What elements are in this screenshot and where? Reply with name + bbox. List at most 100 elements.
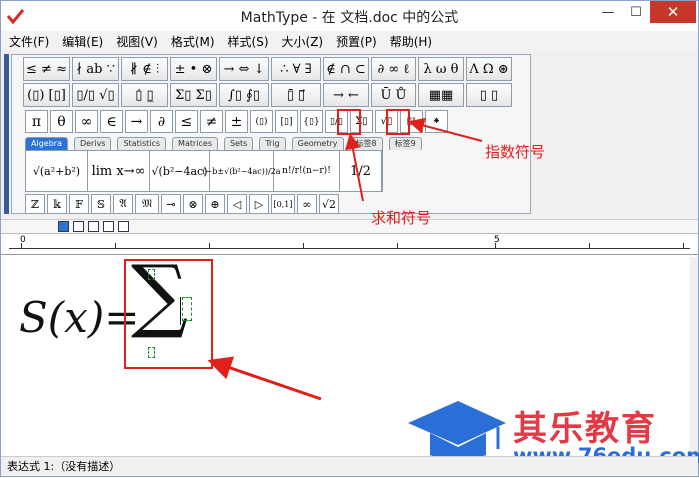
menu-file[interactable]: 文件(F) bbox=[9, 33, 49, 50]
palette-greek-upper[interactable]: Λ Ω ⊛ bbox=[466, 57, 512, 81]
palette-boxes[interactable]: ▯ ▯ bbox=[466, 83, 512, 107]
plus-minus-button[interactable]: ± bbox=[225, 110, 248, 133]
palette-matrices[interactable]: ▦▦ bbox=[418, 83, 464, 107]
palette-spaces[interactable]: ∤ ab ∵ bbox=[72, 57, 119, 81]
watermark-text: 其乐教育 bbox=[513, 409, 657, 449]
menu-edit[interactable]: 编辑(E) bbox=[62, 33, 103, 50]
tab-derivs[interactable]: Derivs bbox=[73, 137, 112, 150]
exponent-highlight bbox=[386, 109, 410, 135]
size-symbol-button[interactable] bbox=[103, 221, 114, 232]
pi-button[interactable]: π bbox=[25, 110, 48, 133]
tab-trig[interactable]: Trig bbox=[259, 137, 286, 150]
palette-logic[interactable]: ∴ ∀ ∃ bbox=[271, 57, 321, 81]
palette-relations[interactable]: ≤ ≠ ≈ bbox=[23, 57, 70, 81]
palette-arrows[interactable]: → ⇔ ↓ bbox=[219, 57, 269, 81]
palette-bars[interactable]: ▯̄ ▯⃗ bbox=[271, 83, 321, 107]
status-bar: 表达式 1:（没有描述） bbox=[1, 456, 698, 476]
tab-algebra[interactable]: Algebra bbox=[25, 137, 68, 150]
tab-8[interactable]: 标签8 bbox=[349, 137, 383, 150]
size-full-button[interactable] bbox=[58, 221, 69, 232]
minimize-button[interactable]: — bbox=[594, 1, 622, 23]
symbol-row-2: ℤ 𝕜 𝔽 𝕊 𝔄 𝔐 ⊸ ⊗ ⊕ ◁ ▷ [0,1] ∞ √2 bbox=[25, 194, 339, 214]
palette-sums[interactable]: Σ▯ Σ▯ bbox=[170, 83, 217, 107]
menu-size[interactable]: 大小(Z) bbox=[282, 33, 324, 50]
menu-view[interactable]: 视图(V) bbox=[116, 33, 158, 50]
tab-matrices[interactable]: Matrices bbox=[172, 137, 218, 150]
ruler-tick bbox=[115, 243, 116, 248]
palette-fractions-radicals[interactable]: ▯/▯ √▯ bbox=[72, 83, 119, 107]
vertical-scrollbar[interactable] bbox=[690, 257, 698, 456]
brackets-button[interactable]: [▯] bbox=[275, 110, 298, 133]
infinity-button[interactable]: ∞ bbox=[75, 110, 98, 133]
toolbar-grip[interactable] bbox=[4, 54, 9, 214]
parentheses-button[interactable]: (▯) bbox=[250, 110, 273, 133]
fraktur-a-button[interactable]: 𝔄 bbox=[113, 194, 133, 214]
close-button[interactable]: ✕ bbox=[650, 1, 696, 23]
template-hypotenuse[interactable]: √(a²+b²) bbox=[26, 151, 88, 191]
palette-misc[interactable]: ∂ ∞ ℓ bbox=[371, 57, 416, 81]
s-button[interactable]: 𝕊 bbox=[91, 194, 111, 214]
less-equal-button[interactable]: ≤ bbox=[175, 110, 198, 133]
symbol-palette-row: ≤ ≠ ≈ ∤ ab ∵ ∦ ∉ ⫶ ± • ⊗ → ⇔ ↓ ∴ ∀ ∃ ∉ ∩… bbox=[23, 57, 512, 81]
size-subsymbol-button[interactable] bbox=[118, 221, 129, 232]
menu-bar: 文件(F) 编辑(E) 视图(V) 格式(M) 样式(S) 大小(Z) 预置(P… bbox=[1, 31, 698, 51]
menu-format[interactable]: 格式(M) bbox=[171, 33, 215, 50]
palette-fences[interactable]: (▯) [▯] bbox=[23, 83, 70, 107]
palette-embellishments[interactable]: ∦ ∉ ⫶ bbox=[121, 57, 168, 81]
tab-statistics[interactable]: Statistics bbox=[117, 137, 167, 150]
mathtype-window: MathType - 在 文档.doc 中的公式 — ☐ ✕ 文件(F) 编辑(… bbox=[0, 0, 699, 477]
right-arrow-button[interactable]: → bbox=[125, 110, 148, 133]
fraktur-m-button[interactable]: 𝔐 bbox=[135, 194, 159, 214]
template-limit[interactable]: lim x→∞ bbox=[88, 151, 150, 191]
not-equal-button[interactable]: ≠ bbox=[200, 110, 223, 133]
palette-greek-lower[interactable]: λ ω θ bbox=[418, 57, 464, 81]
toolbar-area: ≤ ≠ ≈ ∤ ab ∵ ∦ ∉ ⫶ ± • ⊗ → ⇔ ↓ ∴ ∀ ∃ ∉ ∩… bbox=[1, 51, 698, 219]
braces-button[interactable]: {▯} bbox=[300, 110, 323, 133]
multimap-button[interactable]: ⊸ bbox=[161, 194, 181, 214]
partial-button[interactable]: ∂ bbox=[150, 110, 173, 133]
k-button[interactable]: 𝕜 bbox=[47, 194, 67, 214]
oplus-button[interactable]: ⊕ bbox=[205, 194, 225, 214]
integers-button[interactable]: ℤ bbox=[25, 194, 45, 214]
template-palette-row: (▯) [▯] ▯/▯ √▯ ▯̇ ▯̲ Σ▯ Σ▯ ∫▯ ∮▯ ▯̄ ▯⃗ →… bbox=[23, 83, 512, 107]
sum-annotation: 求和符号 bbox=[371, 209, 432, 227]
palette-sets[interactable]: ∉ ∩ ⊂ bbox=[323, 57, 369, 81]
ruler-tick bbox=[589, 243, 590, 248]
ruler-tick bbox=[495, 243, 496, 248]
menu-preferences[interactable]: 预置(P) bbox=[336, 33, 377, 50]
template-combination[interactable]: n!/r!(n−r)! bbox=[274, 151, 340, 191]
special-symbol-button[interactable]: ⁕ bbox=[425, 110, 448, 133]
ruler-tick bbox=[397, 243, 398, 248]
equation-highlight bbox=[124, 259, 213, 369]
left-triangle-button[interactable]: ◁ bbox=[227, 194, 247, 214]
menu-style[interactable]: 样式(S) bbox=[228, 33, 269, 50]
infinity-button-2[interactable]: ∞ bbox=[297, 194, 317, 214]
palette-scripts[interactable]: ▯̇ ▯̲ bbox=[121, 83, 168, 107]
otimes-button[interactable]: ⊗ bbox=[183, 194, 203, 214]
tab-9[interactable]: 标签9 bbox=[388, 137, 422, 150]
maximize-button[interactable]: ☐ bbox=[622, 1, 650, 23]
size-sub-button[interactable] bbox=[73, 221, 84, 232]
right-triangle-button[interactable]: ▷ bbox=[249, 194, 269, 214]
template-quadratic[interactable]: (−b±√(b²−4ac))/2a bbox=[202, 151, 281, 191]
element-of-button[interactable]: ∈ bbox=[100, 110, 123, 133]
palette-operators[interactable]: ± • ⊗ bbox=[170, 57, 217, 81]
size-subsub-button[interactable] bbox=[88, 221, 99, 232]
field-button[interactable]: 𝔽 bbox=[69, 194, 89, 214]
template-row: √(a²+b²) lim x→∞ √(b²−4ac) (−b±√(b²−4ac)… bbox=[25, 150, 383, 192]
interval-button[interactable]: [0,1] bbox=[271, 194, 295, 214]
ruler-tick bbox=[683, 243, 684, 248]
theta-button[interactable]: θ bbox=[50, 110, 73, 133]
palette-labeled-arrows[interactable]: → ← bbox=[323, 83, 369, 107]
palette-products[interactable]: Ū Ů bbox=[371, 83, 416, 107]
title-bar: MathType - 在 文档.doc 中的公式 — ☐ ✕ bbox=[1, 1, 698, 31]
menu-help[interactable]: 帮助(H) bbox=[390, 33, 432, 50]
template-discriminant[interactable]: √(b²−4ac) bbox=[150, 151, 210, 191]
ruler[interactable]: 0 5 bbox=[1, 233, 698, 255]
sqrt2-button[interactable]: √2 bbox=[319, 194, 339, 214]
palette-integrals[interactable]: ∫▯ ∮▯ bbox=[219, 83, 269, 107]
template-half[interactable]: 1/2 bbox=[340, 151, 382, 191]
tab-sets[interactable]: Sets bbox=[224, 137, 254, 150]
tab-bar: Algebra Derivs Statistics Matrices Sets … bbox=[25, 137, 422, 151]
tab-geometry[interactable]: Geometry bbox=[291, 137, 344, 150]
